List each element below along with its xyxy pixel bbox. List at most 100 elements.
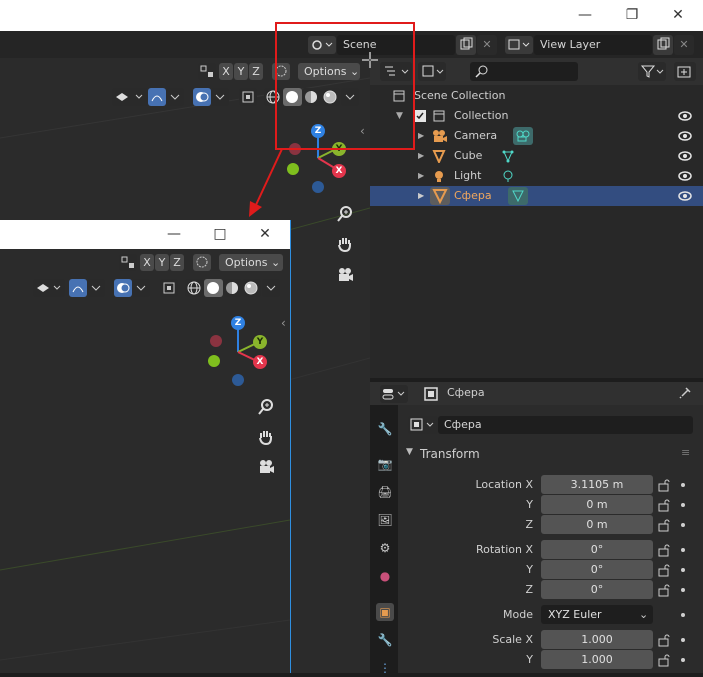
close-icon[interactable]: ✕ [666, 4, 690, 26]
secondary-gizmo-y-label[interactable]: Y [253, 335, 267, 349]
view-layer-copy-icon[interactable] [653, 35, 673, 55]
rotation-x-field[interactable]: 0° [541, 540, 653, 559]
outliner-row-scene-collection[interactable]: Scene Collection [370, 86, 703, 106]
location-z-field[interactable]: 0 m [541, 515, 653, 534]
secondary-axis-x-toggle[interactable]: X [140, 254, 154, 271]
camera-data-icon[interactable] [513, 127, 533, 145]
properties-editor-type-icon[interactable] [380, 385, 408, 403]
location-x-field[interactable]: 3.1105 m [541, 475, 653, 494]
view-layer-tab-icon[interactable]: 🖼 [376, 511, 394, 529]
object-data-browse-icon[interactable] [408, 416, 438, 434]
keyframe-dot-icon[interactable] [681, 588, 685, 592]
rotation-z-field[interactable]: 0° [541, 580, 653, 599]
lock-icon[interactable] [657, 478, 671, 492]
secondary-proportional-edit-icon[interactable] [193, 254, 211, 271]
secondary-minimize-icon[interactable]: — [162, 223, 186, 245]
axis-y-toggle[interactable]: Y [234, 63, 248, 80]
axis-x-toggle[interactable]: X [219, 63, 233, 80]
secondary-sidebar-toggle-icon[interactable]: ‹ [281, 316, 286, 330]
secondary-close-icon[interactable]: ✕ [253, 223, 277, 245]
secondary-view-object-types-icon[interactable] [33, 279, 65, 297]
material-shading-icon[interactable] [302, 88, 321, 106]
overlays-dropdown-icon[interactable] [211, 88, 229, 106]
light-data-icon[interactable] [501, 169, 515, 183]
rendered-shading-icon[interactable] [321, 88, 340, 106]
expand-right-icon[interactable]: ▶ [418, 126, 424, 146]
keyframe-dot-icon[interactable] [681, 638, 685, 642]
solid-shading-icon[interactable] [283, 88, 302, 106]
secondary-axis-z-toggle[interactable]: Z [170, 254, 184, 271]
filter-view-icon[interactable] [418, 62, 446, 81]
scene-field[interactable]: Scene [337, 35, 455, 55]
scene-remove-icon[interactable]: ✕ [477, 35, 497, 55]
display-mode-icon[interactable] [380, 62, 412, 81]
view-layer-remove-icon[interactable]: ✕ [674, 35, 694, 55]
secondary-zoom-icon[interactable] [257, 398, 275, 416]
secondary-show-gizmo-icon[interactable] [69, 279, 87, 297]
new-collection-icon[interactable] [674, 62, 696, 81]
pin-icon[interactable] [678, 386, 692, 400]
outliner-row-collection[interactable]: ▼ Collection [370, 106, 703, 126]
restore-icon[interactable]: ❐ [620, 4, 644, 26]
expand-right-icon[interactable]: ▶ [418, 186, 424, 206]
expand-right-icon[interactable]: ▶ [418, 146, 424, 166]
snap-icon[interactable] [198, 63, 216, 80]
camera-icon[interactable] [336, 266, 354, 284]
tool-tab-icon[interactable]: 🔧 [376, 420, 394, 438]
lock-icon[interactable] [657, 583, 671, 597]
secondary-wireframe-shading-icon[interactable] [185, 279, 204, 297]
secondary-camera-icon[interactable] [257, 458, 275, 476]
object-tab-icon[interactable]: ▣ [376, 603, 394, 621]
secondary-material-shading-icon[interactable] [223, 279, 242, 297]
scale-x-field[interactable]: 1.000 [541, 630, 653, 649]
secondary-gizmo-x-label[interactable]: X [253, 355, 267, 369]
options-dropdown[interactable]: Options ⌄ [298, 63, 360, 80]
expand-down-icon[interactable]: ▼ [396, 106, 403, 126]
lock-icon[interactable] [657, 518, 671, 532]
sphere-mesh-data-icon[interactable] [508, 187, 528, 205]
render-tab-icon[interactable]: 📷 [376, 455, 394, 473]
gizmo-z-label[interactable]: Z [311, 124, 325, 138]
lock-icon[interactable] [657, 543, 671, 557]
secondary-gizmo-dropdown-icon[interactable] [87, 279, 105, 297]
secondary-snap-icon[interactable] [119, 254, 137, 271]
scene-copy-icon[interactable] [456, 35, 476, 55]
output-tab-icon[interactable]: 🖨 [376, 483, 394, 501]
keyframe-dot-icon[interactable] [681, 503, 685, 507]
rotation-y-field[interactable]: 0° [541, 560, 653, 579]
particles-tab-icon[interactable]: ⋮ [376, 659, 394, 677]
modifier-tab-icon[interactable]: 🔧 [376, 631, 394, 649]
xray-icon[interactable] [239, 88, 257, 106]
eye-icon[interactable] [678, 129, 692, 143]
secondary-options-dropdown[interactable]: Options ⌄ [219, 254, 283, 271]
object-name-input[interactable]: Сфера [438, 416, 693, 434]
secondary-rendered-shading-icon[interactable] [242, 279, 261, 297]
view-layer-browse-icon[interactable] [505, 36, 533, 54]
scene-tab-icon[interactable]: ⚙ [376, 539, 394, 557]
keyframe-dot-icon[interactable] [681, 568, 685, 572]
lock-icon[interactable] [657, 498, 671, 512]
secondary-shading-dropdown-icon[interactable] [262, 279, 280, 297]
location-y-field[interactable]: 0 m [541, 495, 653, 514]
show-overlays-icon[interactable] [193, 88, 211, 106]
secondary-maximize-icon[interactable]: □ [208, 223, 232, 245]
secondary-overlays-dropdown-icon[interactable] [132, 279, 150, 297]
secondary-hand-icon[interactable] [257, 428, 275, 446]
keyframe-dot-icon[interactable] [681, 613, 685, 617]
keyframe-dot-icon[interactable] [681, 483, 685, 487]
filter-icon[interactable] [638, 62, 666, 81]
lock-icon[interactable] [657, 563, 671, 577]
keyframe-dot-icon[interactable] [681, 523, 685, 527]
secondary-gizmo-z-label[interactable]: Z [231, 316, 245, 330]
axis-z-toggle[interactable]: Z [249, 63, 263, 80]
proportional-edit-icon[interactable] [272, 63, 290, 80]
keyframe-dot-icon[interactable] [681, 658, 685, 662]
eye-icon[interactable] [678, 109, 692, 123]
lock-icon[interactable] [657, 653, 671, 667]
scale-y-field[interactable]: 1.000 [541, 650, 653, 669]
drag-handle-icon[interactable]: ≡ [681, 446, 690, 459]
outliner-row-camera[interactable]: ▶ Camera [370, 126, 703, 146]
lock-icon[interactable] [657, 633, 671, 647]
eye-icon[interactable] [678, 149, 692, 163]
checkbox-icon[interactable] [414, 110, 426, 122]
